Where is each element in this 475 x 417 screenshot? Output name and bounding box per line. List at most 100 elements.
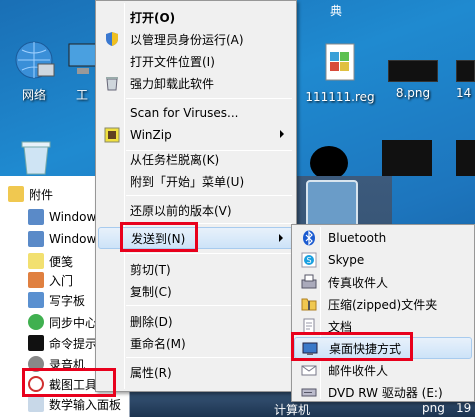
image-file-icon[interactable] — [456, 140, 475, 176]
menu-item-scan-viruses[interactable]: Scan for Viruses... — [98, 102, 294, 124]
cmd-icon — [28, 335, 44, 351]
menu-item-restore-versions[interactable]: 还原以前的版本(V) — [98, 199, 294, 221]
menu-item-cut[interactable]: 剪切(T) — [98, 258, 294, 280]
submenu-item-label: DVD RW 驱动器 (E:) — [328, 385, 443, 400]
menu-item-label: 打开文件位置(I) — [130, 54, 215, 69]
send-to-desktop-shortcut[interactable]: 桌面快捷方式 — [294, 337, 472, 359]
start-menu-item-label: 同步中心 — [49, 315, 98, 330]
start-menu-item-label: 便笺 — [49, 254, 74, 269]
submenu-arrow-icon — [279, 234, 283, 242]
start-menu-item-label: 录音机 — [49, 357, 86, 372]
menu-item-open-location[interactable]: 打开文件位置(I) — [98, 50, 294, 72]
desktop-icon-network[interactable]: 网络 — [2, 38, 66, 103]
desktop-icon-label: 网络 — [21, 88, 46, 102]
menu-item-label: 复制(C) — [130, 284, 172, 299]
sticky-note-icon — [28, 253, 44, 269]
desktop-icon-png[interactable]: 8.png — [382, 60, 444, 100]
mail-icon — [301, 362, 317, 378]
start-menu-item-label: Window — [49, 232, 97, 246]
dvd-drive-icon — [301, 384, 317, 400]
folder-icon — [8, 186, 24, 202]
sync-center-icon — [28, 314, 44, 330]
zip-folder-icon — [301, 296, 317, 312]
submenu-item-label: 邮件收件人 — [328, 363, 389, 378]
desktop-shortcut-icon — [302, 341, 318, 357]
blob-shape — [310, 146, 348, 180]
menu-item-label: 附到「开始」菜单(U) — [130, 174, 245, 189]
submenu-item-label: 桌面快捷方式 — [329, 341, 402, 356]
menu-item-run-as-admin[interactable]: 以管理员身份运行(A) — [98, 28, 294, 50]
desktop-icon-label: 14 — [456, 86, 472, 100]
window-icon — [28, 231, 44, 247]
menu-item-label: Scan for Viruses... — [130, 106, 239, 120]
snipping-tool-icon — [28, 376, 44, 392]
submenu-arrow-icon — [280, 130, 284, 138]
computer-icon — [67, 38, 98, 82]
desktop-top-char: 典 — [330, 4, 343, 18]
send-to-submenu: Bluetooth S Skype 传真收件人 压缩(zipped)文件夹 文档… — [291, 224, 475, 402]
getting-started-icon — [28, 272, 44, 288]
send-to-skype[interactable]: S Skype — [294, 249, 472, 271]
menu-item-copy[interactable]: 复制(C) — [98, 280, 294, 302]
svg-text:S: S — [307, 256, 312, 265]
menu-item-rename[interactable]: 重命名(M) — [98, 332, 294, 354]
desktop-icon-label: 8.png — [395, 86, 431, 100]
window-icon — [28, 209, 44, 225]
menu-item-label: 打开(O) — [130, 10, 176, 25]
menu-item-label: 剪切(T) — [130, 262, 171, 277]
recycle-bin-icon[interactable] — [16, 138, 56, 176]
user-picture — [306, 180, 358, 228]
folder-label: 附件 — [29, 187, 54, 202]
menu-item-force-uninstall[interactable]: 强力卸载此软件 — [98, 72, 294, 94]
menu-item-label: 强力卸载此软件 — [130, 76, 215, 91]
menu-item-pin-start[interactable]: 附到「开始」菜单(U) — [98, 170, 294, 192]
menu-item-label: 重命名(M) — [130, 336, 186, 351]
skype-icon: S — [301, 252, 317, 268]
menu-item-label: WinZip — [130, 128, 172, 142]
submenu-item-label: 压缩(zipped)文件夹 — [328, 297, 438, 312]
bluetooth-icon — [301, 230, 317, 246]
start-menu-item[interactable]: 数学输入面板 — [28, 394, 128, 414]
desktop-icon-png-2[interactable]: 14 — [456, 60, 475, 100]
send-to-dvd[interactable]: DVD RW 驱动器 (E:) — [294, 381, 472, 403]
start-menu-item[interactable]: 命令提示 — [28, 333, 98, 353]
png-label: png — [422, 401, 445, 415]
menu-item-unpin-taskbar[interactable]: 从任务栏脱离(K) — [98, 148, 294, 170]
math-input-icon — [28, 396, 44, 412]
menu-item-open[interactable]: 打开(O) — [98, 6, 294, 28]
recorder-icon — [28, 356, 44, 372]
registry-file-icon — [318, 42, 362, 86]
menu-item-winzip[interactable]: WinZip — [98, 124, 294, 146]
submenu-item-label: Skype — [328, 253, 365, 267]
image-file-icon — [456, 60, 475, 82]
send-to-documents[interactable]: 文档 — [294, 315, 472, 337]
send-to-bluetooth[interactable]: Bluetooth — [294, 227, 472, 249]
menu-item-label: 从任务栏脱离(K) — [130, 152, 220, 167]
submenu-item-label: 传真收件人 — [328, 275, 389, 290]
documents-icon — [301, 318, 317, 334]
start-menu-item-label: 命令提示 — [49, 336, 98, 351]
winzip-icon — [104, 127, 120, 143]
desktop-icon-reg[interactable]: 111111.reg — [300, 42, 380, 104]
menu-item-label: 属性(R) — [130, 365, 172, 380]
submenu-item-label: 文档 — [328, 319, 353, 334]
start-menu-item-label: 数学输入面板 — [49, 397, 122, 412]
send-to-zip[interactable]: 压缩(zipped)文件夹 — [294, 293, 472, 315]
computer-label[interactable]: 计算机 — [274, 401, 310, 417]
menu-item-delete[interactable]: 删除(D) — [98, 310, 294, 332]
desktop-icon-label: 111111.reg — [305, 90, 375, 104]
menu-item-properties[interactable]: 属性(R) — [98, 361, 294, 383]
menu-item-label: 还原以前的版本(V) — [130, 203, 232, 218]
shield-icon — [104, 31, 120, 47]
start-menu-item-label: 入门 — [49, 273, 74, 288]
image-file-icon — [388, 60, 438, 82]
menu-item-send-to[interactable]: 发送到(N) — [98, 227, 294, 249]
start-menu-item[interactable]: 同步中心 — [28, 312, 98, 332]
send-to-fax[interactable]: 传真收件人 — [294, 271, 472, 293]
desktop-icon-label: 工 — [75, 88, 88, 102]
fax-icon — [301, 274, 317, 290]
start-menu-item-label: Window — [49, 210, 97, 224]
image-file-icon[interactable] — [382, 140, 432, 176]
send-to-mail[interactable]: 邮件收件人 — [294, 359, 472, 381]
menu-item-label: 以管理员身份运行(A) — [130, 32, 244, 47]
